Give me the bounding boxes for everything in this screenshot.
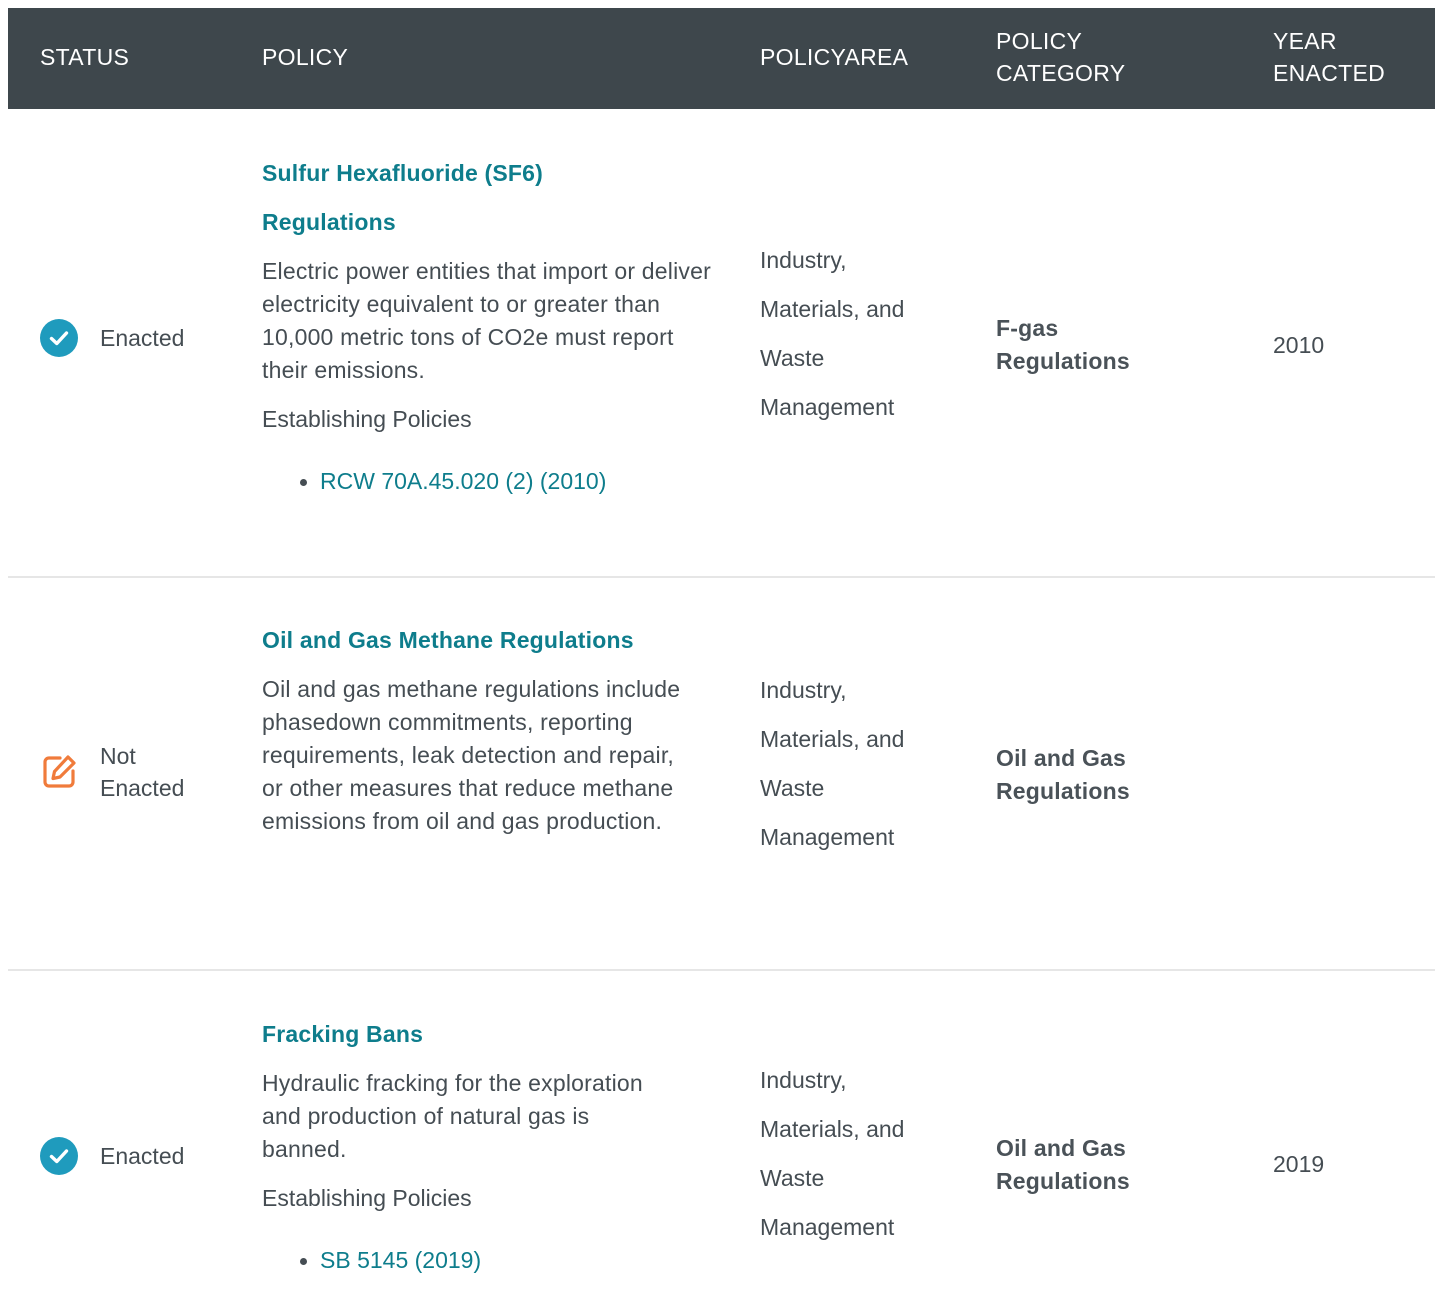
policy-area-cell: Industry, Materials, and Waste Managemen… xyxy=(760,236,960,432)
policy-area-cell: Industry, Materials, and Waste Managemen… xyxy=(760,1056,960,1252)
establishing-policies-list: SB 5145 (2019) xyxy=(262,1244,712,1276)
header-status[interactable]: STATUS xyxy=(40,41,129,73)
status-label: Enacted xyxy=(100,325,185,351)
policy-category-cell: Oil and Gas Regulations xyxy=(996,742,1226,808)
policy-area-line: Industry, xyxy=(760,677,847,703)
policy-category-cell: F-gas Regulations xyxy=(996,312,1226,378)
policy-category-line2: Regulations xyxy=(996,1168,1130,1194)
policy-category-line1: F-gas xyxy=(996,315,1059,341)
header-policy-category-line2: CATEGORY xyxy=(996,60,1126,86)
status-cell: Enacted xyxy=(40,1137,184,1175)
status-label-line2: Enacted xyxy=(100,775,185,801)
status-cell: Not Enacted xyxy=(40,740,184,804)
year-enacted-cell: 2019 xyxy=(1273,1151,1325,1177)
establishing-policies-label: Establishing Policies xyxy=(262,1185,472,1211)
policy-description: Oil and gas methane regulations include … xyxy=(262,676,681,834)
policy-area-line: Management xyxy=(760,394,895,420)
policy-area-line: Waste xyxy=(760,775,825,801)
policy-category-cell: Oil and Gas Regulations xyxy=(996,1132,1226,1198)
policy-area-line: Management xyxy=(760,1214,895,1240)
check-circle-icon xyxy=(40,319,78,357)
table-header: STATUS POLICY POLICYAREA POLICY CATEGORY… xyxy=(8,8,1435,109)
header-year-enacted[interactable]: YEAR ENACTED xyxy=(1273,25,1385,89)
table-row: Enacted Sulfur Hexafluoride (SF6) Regula… xyxy=(8,109,1435,577)
header-year-line1: YEAR xyxy=(1273,28,1337,54)
status-cell: Enacted xyxy=(40,319,184,357)
table-row: Not Enacted Oil and Gas Methane Regulati… xyxy=(8,578,1435,970)
policy-cell: Fracking Bans Hydraulic fracking for the… xyxy=(262,1010,712,1276)
edit-square-icon xyxy=(43,755,76,788)
establishing-policies-label: Establishing Policies xyxy=(262,406,472,432)
list-item: SB 5145 (2019) xyxy=(300,1244,712,1276)
policy-title-line2: Regulations xyxy=(262,209,396,235)
header-policy-area[interactable]: POLICYAREA xyxy=(760,41,908,73)
policy-category-line1: Oil and Gas xyxy=(996,745,1127,771)
policy-table: STATUS POLICY POLICYAREA POLICY CATEGORY… xyxy=(0,0,1440,1294)
policy-cell: Oil and Gas Methane Regulations Oil and … xyxy=(262,616,712,838)
list-item: RCW 70A.45.020 (2) (2010) xyxy=(300,465,712,497)
policy-area-line: Management xyxy=(760,824,895,850)
header-policy-category-line1: POLICY xyxy=(996,28,1083,54)
policy-description: Electric power entities that import or d… xyxy=(262,258,711,383)
policy-title-line1: Sulfur Hexafluoride (SF6) xyxy=(262,160,544,186)
policy-area-cell: Industry, Materials, and Waste Managemen… xyxy=(760,666,960,862)
policy-area-line: Materials, and xyxy=(760,1116,905,1142)
policy-title-link[interactable]: Sulfur Hexafluoride (SF6) Regulations xyxy=(262,149,712,247)
establishing-policy-link[interactable]: RCW 70A.45.020 (2) (2010) xyxy=(320,468,606,494)
status-label: Not Enacted xyxy=(100,740,184,804)
header-policy[interactable]: POLICY xyxy=(262,41,348,73)
policy-title-link[interactable]: Fracking Bans xyxy=(262,1010,712,1059)
table-row: Enacted Fracking Bans Hydraulic fracking… xyxy=(8,971,1435,1294)
policy-area-line: Waste xyxy=(760,1165,825,1191)
policy-title-link[interactable]: Oil and Gas Methane Regulations xyxy=(262,616,712,665)
policy-cell: Sulfur Hexafluoride (SF6) Regulations El… xyxy=(262,149,712,497)
establishing-policies-list: RCW 70A.45.020 (2) (2010) xyxy=(262,465,712,497)
header-year-line2: ENACTED xyxy=(1273,60,1386,86)
policy-area-line: Industry, xyxy=(760,1067,847,1093)
status-label-line1: Not xyxy=(100,743,136,769)
header-policy-category[interactable]: POLICY CATEGORY xyxy=(996,25,1125,89)
policy-area-line: Industry, xyxy=(760,247,847,273)
year-enacted-cell: 2010 xyxy=(1273,332,1325,358)
policy-area-line: Waste xyxy=(760,345,825,371)
check-circle-icon xyxy=(40,1137,78,1175)
status-label: Enacted xyxy=(100,1143,185,1169)
policy-description: Hydraulic fracking for the exploration a… xyxy=(262,1070,643,1162)
policy-category-line2: Regulations xyxy=(996,348,1130,374)
policy-category-line1: Oil and Gas xyxy=(996,1135,1127,1161)
policy-area-line: Materials, and xyxy=(760,296,905,322)
policy-area-line: Materials, and xyxy=(760,726,905,752)
establishing-policy-link[interactable]: SB 5145 (2019) xyxy=(320,1247,481,1273)
policy-category-line2: Regulations xyxy=(996,778,1130,804)
